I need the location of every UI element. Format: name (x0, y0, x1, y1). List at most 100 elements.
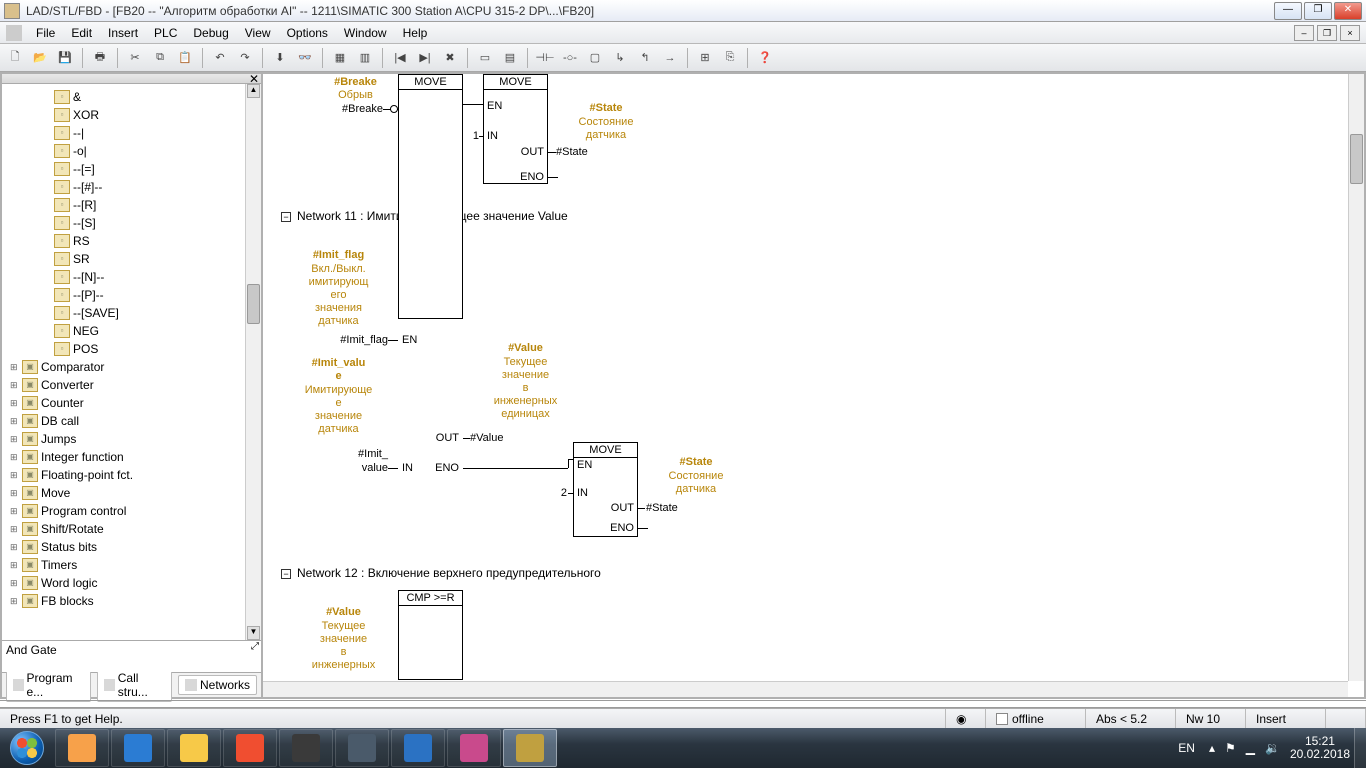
scroll-up-icon[interactable]: ▲ (247, 84, 260, 98)
save-button[interactable]: 💾 (54, 47, 76, 69)
download-button[interactable]: ⬇ (269, 47, 291, 69)
taskbar-app[interactable] (223, 729, 277, 767)
taskbar-app[interactable] (447, 729, 501, 767)
tree-folder[interactable]: ⊞▣Comparator (4, 358, 259, 376)
pin-icon[interactable]: ⤢ (251, 641, 259, 652)
mdi-close-button[interactable]: × (1340, 25, 1360, 41)
fbd-editor[interactable]: #Breake Обрыв #Breake MOVE EN IN OUT ENO… (263, 72, 1366, 699)
expand-icon[interactable]: ⊞ (10, 524, 22, 535)
tree-item[interactable]: ▫& (4, 88, 259, 106)
taskbar-app[interactable] (167, 729, 221, 767)
tree-item[interactable]: ▫--| (4, 124, 259, 142)
tab-networks[interactable]: Networks (178, 675, 257, 695)
tree-folder[interactable]: ⊞▣Move (4, 484, 259, 502)
expand-icon[interactable]: ⊞ (10, 380, 22, 391)
show-desktop-button[interactable] (1354, 728, 1366, 768)
undo-button[interactable]: ↶ (209, 47, 231, 69)
tree-item[interactable]: ▫POS (4, 340, 259, 358)
tree-item[interactable]: ▫XOR (4, 106, 259, 124)
coil-button[interactable]: -○- (559, 47, 581, 69)
expand-icon[interactable]: ⊞ (10, 434, 22, 445)
network-12-header[interactable]: −Network 12 : Включение верхнего предупр… (281, 566, 601, 581)
tree-item[interactable]: ▫SR (4, 250, 259, 268)
expand-icon[interactable]: ⊞ (10, 452, 22, 463)
scroll-down-icon[interactable]: ▼ (247, 626, 260, 640)
tree-scrollbar[interactable]: ▲ ▼ (245, 84, 261, 640)
canvas[interactable]: #Breake Обрыв #Breake MOVE EN IN OUT ENO… (263, 74, 1348, 681)
maximize-button[interactable]: ❐ (1304, 2, 1332, 20)
taskbar-app[interactable] (279, 729, 333, 767)
copy-button[interactable]: ⧉ (149, 47, 171, 69)
branch-close-button[interactable]: ↰ (634, 47, 656, 69)
menu-edit[interactable]: Edit (63, 22, 100, 44)
expand-icon[interactable]: ⊞ (10, 416, 22, 427)
start-button[interactable] (0, 728, 54, 768)
tree-folder[interactable]: ⊞▣Status bits (4, 538, 259, 556)
branch-open-button[interactable]: ↳ (609, 47, 631, 69)
tree-folder[interactable]: ⊞▣Floating-point fct. (4, 466, 259, 484)
whatsthis-button[interactable]: ❓ (754, 47, 776, 69)
tree-folder[interactable]: ⊞▣DB call (4, 412, 259, 430)
taskbar-app[interactable] (503, 729, 557, 767)
box-button[interactable]: ▢ (584, 47, 606, 69)
expand-icon[interactable]: ⊞ (10, 506, 22, 517)
connector-button[interactable]: → (659, 47, 681, 69)
element-tree[interactable]: ▫&▫XOR▫--|▫-o|▫--[=]▫--[#]--▫--[R]▫--[S]… (2, 84, 261, 640)
menu-file[interactable]: File (28, 22, 63, 44)
expand-icon[interactable]: ⊞ (10, 362, 22, 373)
scroll-thumb[interactable] (1350, 134, 1363, 184)
tree-folder[interactable]: ⊞▣Timers (4, 556, 259, 574)
tree-item[interactable]: ▫--[=] (4, 160, 259, 178)
menu-options[interactable]: Options (279, 22, 336, 44)
goto-prev-button[interactable]: |◀ (389, 47, 411, 69)
tree-item[interactable]: ▫--[SAVE] (4, 304, 259, 322)
tree-folder[interactable]: ⊞▣Word logic (4, 574, 259, 592)
mdi-minimize-button[interactable]: – (1294, 25, 1314, 41)
expand-icon[interactable]: ⊞ (10, 560, 22, 571)
tree-folder[interactable]: ⊞▣FB blocks (4, 592, 259, 610)
taskbar-app[interactable] (335, 729, 389, 767)
cut-button[interactable]: ✂ (124, 47, 146, 69)
flag-icon[interactable]: ⚑ (1225, 741, 1236, 755)
editor-hscrollbar[interactable] (263, 681, 1348, 697)
tree-folder[interactable]: ⊞▣Program control (4, 502, 259, 520)
contact-button[interactable]: ⊣⊢ (534, 47, 556, 69)
network-icon[interactable]: ▁ (1246, 741, 1255, 755)
taskbar-app[interactable] (391, 729, 445, 767)
tree-item[interactable]: ▫RS (4, 232, 259, 250)
move-block-2[interactable]: MOVE (398, 74, 463, 319)
expand-icon[interactable]: ⊞ (10, 542, 22, 553)
tree-item[interactable]: ▫--[S] (4, 214, 259, 232)
tree-folder[interactable]: ⊞▣Counter (4, 394, 259, 412)
expand-icon[interactable]: ⊞ (10, 488, 22, 499)
menu-view[interactable]: View (237, 22, 279, 44)
monitor-button[interactable]: 👓 (294, 47, 316, 69)
expand-icon[interactable]: ⊞ (10, 596, 22, 607)
expand-icon[interactable]: ⊞ (10, 470, 22, 481)
menu-help[interactable]: Help (395, 22, 436, 44)
tree-item[interactable]: ▫--[N]-- (4, 268, 259, 286)
menu-debug[interactable]: Debug (185, 22, 236, 44)
move-block-1[interactable]: MOVE (483, 74, 548, 184)
stop-button[interactable]: ✖ (439, 47, 461, 69)
new-button[interactable]: 🗋 (4, 47, 26, 69)
tree-item[interactable]: ▫--[#]-- (4, 178, 259, 196)
minimize-button[interactable]: — (1274, 2, 1302, 20)
cmp-block[interactable]: CMP >=R (398, 590, 463, 680)
tray-chevron-icon[interactable]: ▴ (1209, 741, 1215, 755)
tab-call-structure[interactable]: Call stru... (97, 668, 172, 702)
taskbar-app[interactable] (111, 729, 165, 767)
tree-folder[interactable]: ⊞▣Shift/Rotate (4, 520, 259, 538)
close-button[interactable]: ✕ (1334, 2, 1362, 20)
collapse-icon[interactable]: − (281, 569, 291, 579)
scroll-thumb[interactable] (247, 284, 260, 324)
tree-item[interactable]: ▫NEG (4, 322, 259, 340)
splitter[interactable] (0, 700, 1366, 708)
ref-button[interactable]: ▥ (354, 47, 376, 69)
expand-icon[interactable]: ⊞ (10, 578, 22, 589)
tree-item[interactable]: ▫-o| (4, 142, 259, 160)
goto-button[interactable]: ⎘ (719, 47, 741, 69)
menu-insert[interactable]: Insert (100, 22, 146, 44)
tree-folder[interactable]: ⊞▣Integer function (4, 448, 259, 466)
new-network-button[interactable]: ▭ (474, 47, 496, 69)
